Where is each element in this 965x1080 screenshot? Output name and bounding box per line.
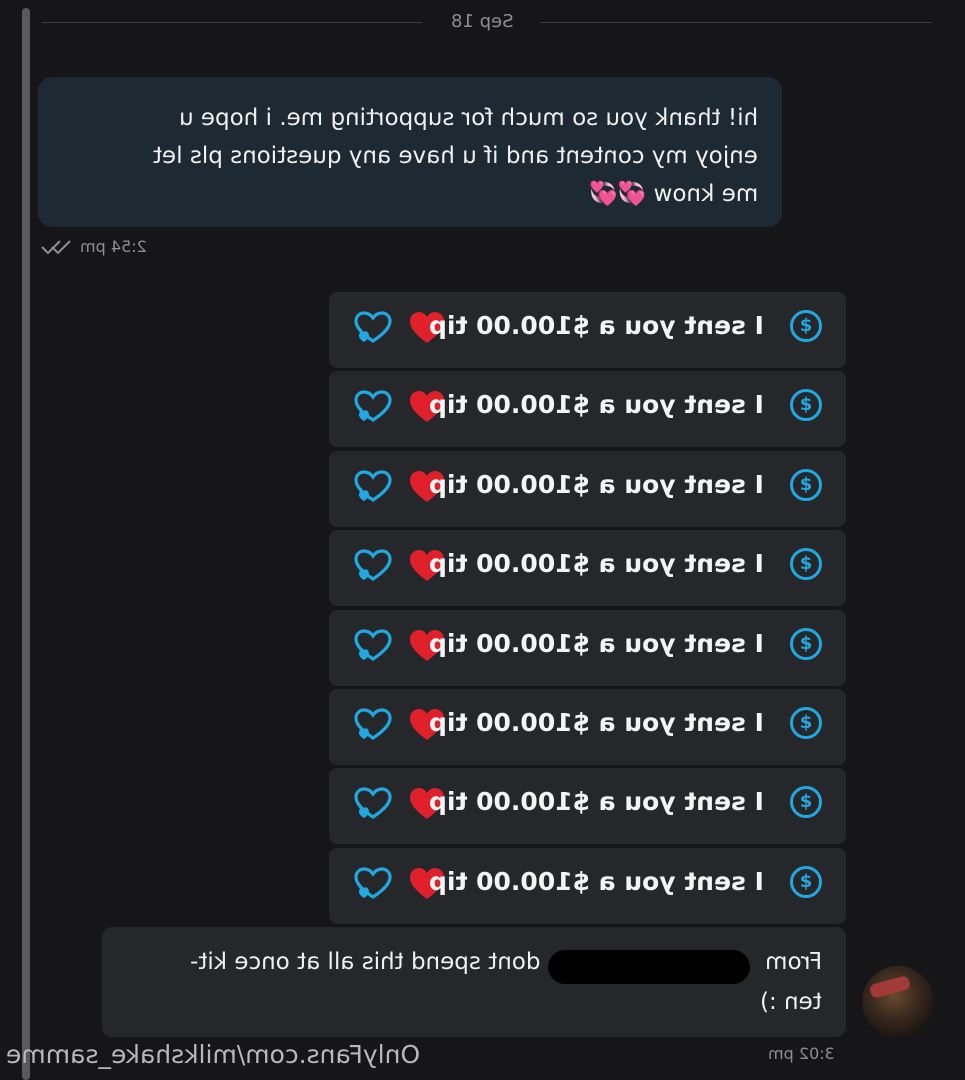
separator-line — [540, 22, 932, 23]
dollar-coin-icon: $ — [790, 786, 822, 818]
incoming-message-bubble[interactable]: hi! thank you so much for supporting me.… — [38, 77, 782, 227]
watermark: OnlyFans.com/milkshake_samme — [6, 1040, 421, 1069]
tip-message-bubble[interactable]: I sent you a $100.00 tip $ — [329, 371, 846, 447]
dollar-coin-icon: $ — [790, 310, 822, 342]
redaction-mark — [548, 950, 750, 984]
message-line: me know 💞💞 — [588, 181, 758, 207]
dollar-coin-icon: $ — [790, 866, 822, 898]
message-text: dont spend this all at once kit- — [189, 949, 541, 975]
tip-text: I sent you a $100.00 tip — [429, 390, 764, 419]
heart-outline-icon[interactable] — [351, 705, 395, 745]
tip-text: I sent you a $100.00 tip — [429, 311, 764, 340]
tip-message-bubble[interactable]: I sent you a $100.00 tip $ — [329, 768, 846, 844]
read-ticks-icon — [41, 240, 71, 255]
scrollbar[interactable] — [22, 8, 30, 1080]
tip-message-bubble[interactable]: I sent you a $100.00 tip $ — [329, 689, 846, 765]
avatar[interactable] — [862, 966, 934, 1038]
message-line: enjoy my content and if u have any quest… — [153, 143, 758, 169]
dollar-coin-icon: $ — [790, 469, 822, 501]
message-time: 2:54 pm — [80, 237, 147, 256]
message-time: 3:02 pm — [768, 1044, 835, 1063]
tip-message-bubble[interactable]: I sent you a $100.00 tip $ — [329, 610, 846, 686]
separator-line — [42, 22, 422, 23]
heart-outline-icon[interactable] — [351, 864, 395, 904]
heart-outline-icon[interactable] — [351, 308, 395, 348]
date-separator: Sep 18 — [42, 8, 932, 36]
date-label: Sep 18 — [450, 11, 514, 32]
outgoing-message-meta: 3:02 pm — [768, 1044, 858, 1063]
tip-text: I sent you a $100.00 tip — [429, 787, 764, 816]
tip-message-bubble[interactable]: I sent you a $100.00 tip $ — [329, 292, 846, 368]
dollar-coin-icon: $ — [790, 707, 822, 739]
tip-text: I sent you a $100.00 tip — [429, 629, 764, 658]
heart-outline-icon[interactable] — [351, 387, 395, 427]
dollar-coin-icon: $ — [790, 389, 822, 421]
dollar-coin-icon: $ — [790, 628, 822, 660]
dollar-coin-icon: $ — [790, 548, 822, 580]
tip-text: I sent you a $100.00 tip — [429, 708, 764, 737]
tip-text: I sent you a $100.00 tip — [429, 470, 764, 499]
tip-message-bubble[interactable]: I sent you a $100.00 tip $ — [329, 451, 846, 527]
tip-text: I sent you a $100.00 tip — [429, 867, 764, 896]
from-label: From — [765, 949, 822, 975]
heart-outline-icon[interactable] — [351, 467, 395, 507]
chat-screen: Sep 18 hi! thank you so much for support… — [0, 0, 965, 1080]
outgoing-message-line: ten :) — [760, 989, 822, 1015]
heart-outline-icon[interactable] — [351, 546, 395, 586]
tip-text: I sent you a $100.00 tip — [429, 549, 764, 578]
incoming-message-meta: 2:54 pm — [38, 235, 168, 259]
message-line: hi! thank you so much for supporting me.… — [178, 105, 758, 131]
tip-message-bubble[interactable]: I sent you a $100.00 tip $ — [329, 848, 846, 924]
incoming-message-text: hi! thank you so much for supporting me.… — [78, 99, 758, 213]
tip-message-bubble[interactable]: I sent you a $100.00 tip $ — [329, 530, 846, 606]
heart-outline-icon[interactable] — [351, 626, 395, 666]
heart-outline-icon[interactable] — [351, 784, 395, 824]
